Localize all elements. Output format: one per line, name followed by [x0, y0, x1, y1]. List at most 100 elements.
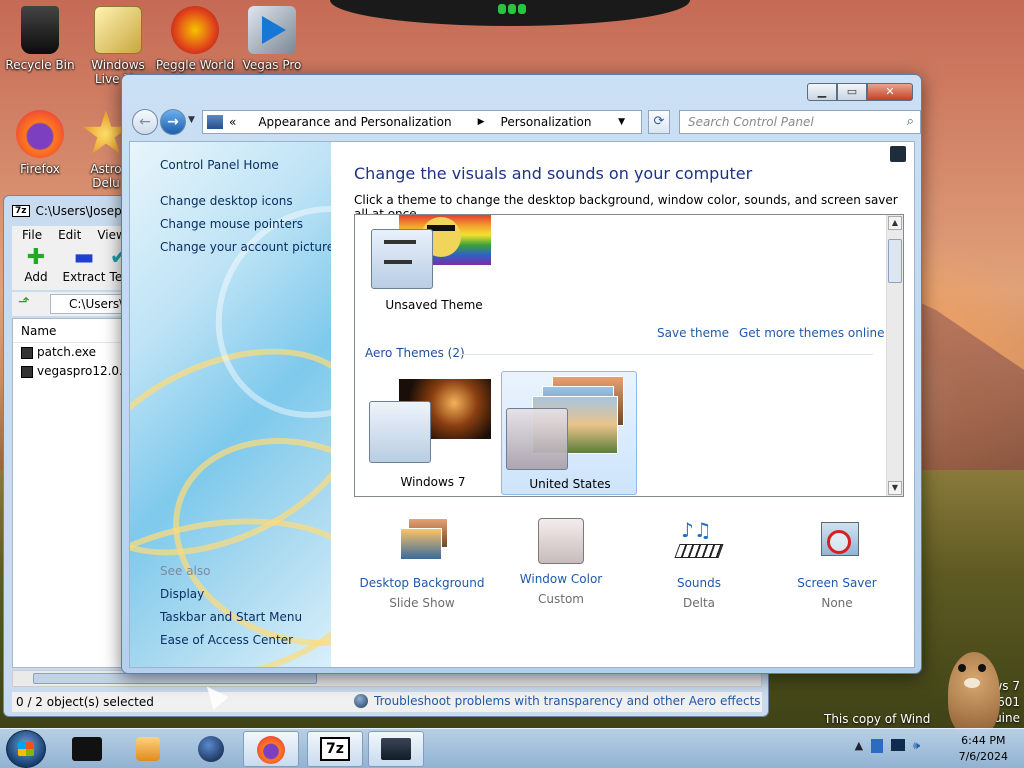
see-also-label: See also [160, 564, 211, 578]
globe-icon [198, 736, 224, 762]
group-separator [459, 354, 873, 355]
menu-file[interactable]: File [22, 228, 42, 242]
window-color-option[interactable]: Window Color Custom [496, 518, 626, 606]
scrollbar-thumb[interactable] [33, 673, 317, 684]
screen-saver-option[interactable]: Screen Saver None [772, 518, 902, 610]
desktop-icon-vegas-pro[interactable]: Vegas Pro [232, 6, 312, 72]
scrollbar-thumb[interactable] [888, 239, 902, 283]
maximize-button[interactable]: ▭ [837, 83, 867, 101]
start-button[interactable] [6, 730, 46, 768]
refresh-button[interactable]: ⟳ [648, 110, 670, 134]
desktop-icon-firefox[interactable]: Firefox [0, 110, 80, 176]
breadcrumb-appearance[interactable]: Appearance and Personalization [258, 115, 451, 129]
breadcrumb-personalization[interactable]: Personalization [501, 115, 592, 129]
desktop-icon-label: Peggle World [155, 58, 235, 72]
app-icon [72, 737, 102, 761]
file-icon [21, 365, 33, 378]
scroll-up-icon[interactable]: ▲ [888, 216, 902, 230]
desktop-background-option[interactable]: Desktop Background Slide Show [357, 518, 487, 610]
gopher-gadget-icon[interactable] [942, 640, 1004, 740]
recycle-bin-icon [21, 6, 59, 54]
windows-logo-icon [18, 742, 34, 756]
get-more-themes-link[interactable]: Get more themes online [739, 326, 885, 340]
save-theme-link[interactable]: Save theme [657, 326, 729, 340]
windows7-window-preview [369, 401, 431, 463]
link-change-account-picture[interactable]: Change your account picture [160, 240, 331, 254]
recent-pages-dropdown-icon[interactable]: ▼ [188, 115, 195, 125]
troubleshoot-link[interactable]: Troubleshoot problems with transparency … [354, 694, 761, 708]
taskbar-media-player[interactable] [120, 731, 176, 767]
taskbar-app-1[interactable] [60, 731, 116, 767]
add-label: Add [24, 270, 48, 284]
file-name: patch.exe [37, 345, 96, 359]
personalization-window[interactable]: ▁ ▭ ✕ ← → ▼ « Appearance and Personaliza… [121, 74, 922, 708]
plus-icon: ✚ [26, 245, 46, 270]
link-change-desktop-icons[interactable]: Change desktop icons [160, 194, 293, 208]
search-input[interactable]: Search Control Panel ⌕ [679, 110, 921, 134]
theme-unsaved[interactable]: Unsaved Theme [369, 215, 499, 315]
option-label: Window Color [519, 572, 603, 586]
show-hidden-icons-icon[interactable]: ▲ [855, 739, 863, 753]
link-taskbar-start-menu[interactable]: Taskbar and Start Menu [160, 610, 302, 624]
extract-button[interactable]: ▬ Extract [58, 246, 110, 285]
menu-edit[interactable]: Edit [58, 228, 81, 242]
desktop-icon-label: Recycle Bin [5, 58, 75, 72]
breadcrumb-overflow-icon[interactable]: « [229, 115, 236, 129]
desktop-icon-label: Firefox [20, 162, 60, 176]
mail-icon [94, 6, 142, 54]
add-button[interactable]: ✚ Add [16, 245, 56, 285]
taskbar-control-panel[interactable] [368, 731, 424, 767]
minimize-button[interactable]: ▁ [807, 83, 837, 101]
forward-button[interactable]: → [160, 109, 186, 135]
taskbar-7zip[interactable]: 7z [307, 731, 363, 767]
link-ease-of-access[interactable]: Ease of Access Center [160, 633, 293, 647]
navigation-bar: ← → ▼ « Appearance and Personalization ▶… [130, 107, 921, 137]
theme-list-scrollbar[interactable]: ▲ ▼ [886, 215, 903, 496]
theme-name: United States [529, 477, 611, 491]
sounds-icon: ♪♫ [671, 518, 727, 568]
desktop-icon-recycle-bin[interactable]: Recycle Bin [0, 6, 80, 72]
search-placeholder: Search Control Panel [688, 115, 814, 129]
display-tray-icon[interactable] [891, 739, 906, 751]
link-display[interactable]: Display [160, 587, 204, 601]
sounds-option[interactable]: ♪♫ Sounds Delta [634, 518, 764, 610]
address-dropdown-icon[interactable]: ▼ [618, 117, 625, 127]
desktop-icon-label: Astro Delu [90, 162, 122, 190]
back-button[interactable]: ← [132, 109, 158, 135]
notification-area: ▲ 🕪 [855, 739, 920, 753]
7zip-titlebar: 7z C:\Users\Joseph [12, 204, 129, 218]
close-button[interactable]: ✕ [867, 83, 913, 101]
taskbar-firefox[interactable] [243, 731, 299, 767]
desktop-icon-peggle-world[interactable]: Peggle World [155, 6, 235, 72]
file-icon [21, 346, 33, 359]
link-change-mouse-pointers[interactable]: Change mouse pointers [160, 217, 303, 231]
peggle-icon [171, 6, 219, 54]
clock-time: 6:44 PM [961, 734, 1006, 747]
help-icon[interactable] [890, 146, 906, 162]
breadcrumb-separator-icon[interactable]: ▶ [478, 117, 485, 127]
clock[interactable]: 6:44 PM 7/6/2024 [959, 733, 1008, 765]
path-text: C:\Users\J [69, 297, 127, 311]
theme-united-states[interactable]: United States [501, 371, 637, 495]
network-tray-icon[interactable] [871, 739, 884, 753]
theme-name: Unsaved Theme [385, 298, 483, 312]
search-icon[interactable]: ⌕ [907, 111, 914, 133]
option-value: Custom [538, 592, 584, 606]
up-folder-icon[interactable]: ⬏ [18, 294, 30, 310]
personalization-content: Control Panel Home Change desktop icons … [129, 141, 915, 708]
task-pane: Control Panel Home Change desktop icons … [130, 142, 331, 667]
firefox-icon [16, 110, 64, 158]
link-control-panel-home[interactable]: Control Panel Home [160, 158, 279, 172]
page-title: Change the visuals and sounds on your co… [354, 164, 753, 183]
volume-tray-icon[interactable]: 🕪 [913, 739, 920, 753]
theme-windows-7[interactable]: Windows 7 [367, 371, 499, 493]
desktop-background-icon [394, 518, 450, 568]
taskbar-network[interactable] [184, 731, 240, 767]
clock-date: 7/6/2024 [958, 750, 1008, 763]
monitor-icon [381, 738, 411, 760]
scroll-down-icon[interactable]: ▼ [888, 481, 902, 495]
option-label: Sounds [676, 576, 722, 590]
breadcrumb[interactable]: « Appearance and Personalization ▶ Perso… [202, 110, 642, 134]
theme-list[interactable]: Unsaved Theme Save theme Get more themes… [354, 214, 904, 497]
extract-label: Extract [62, 270, 106, 284]
